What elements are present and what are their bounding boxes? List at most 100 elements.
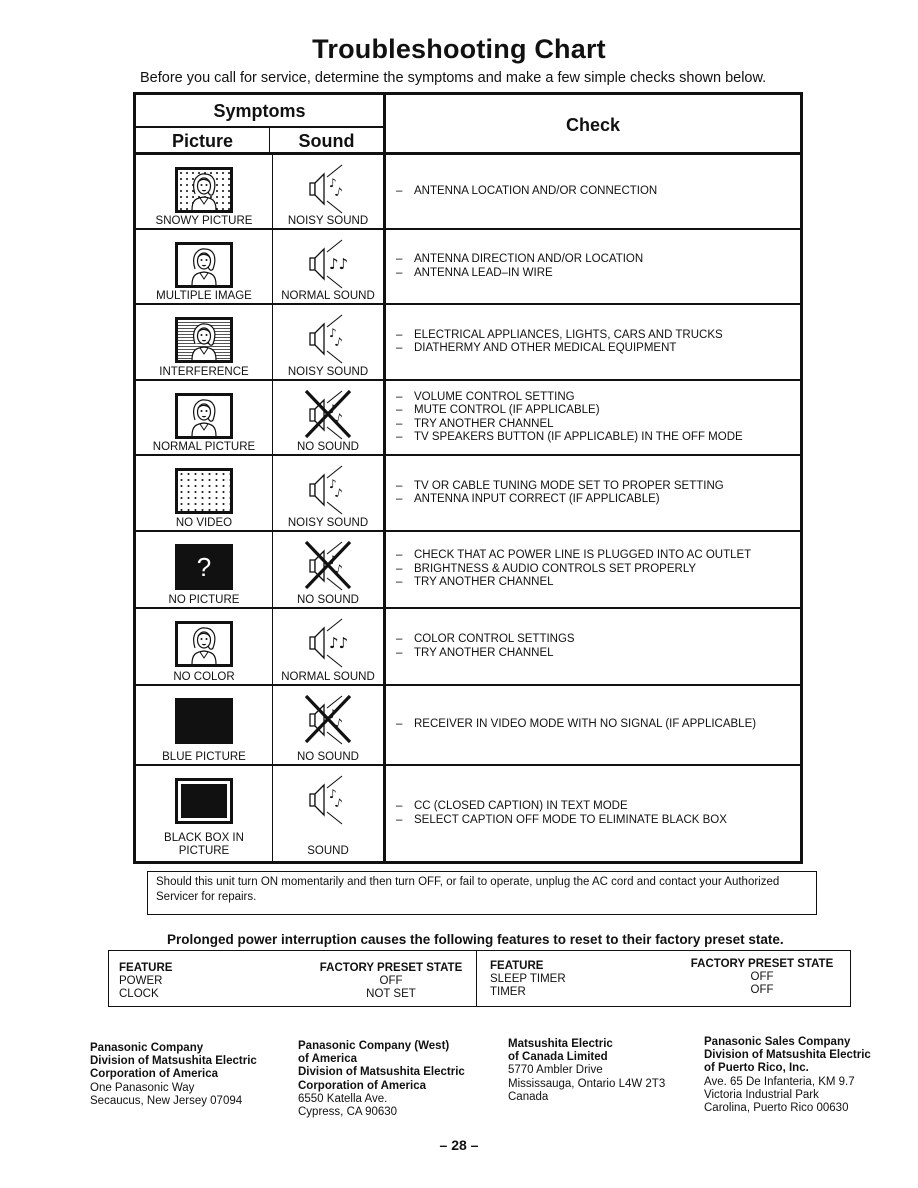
picture-cell: MULTIPLE IMAGE <box>136 230 273 303</box>
table-row: SNOWY PICTURE ♪♪NOISY SOUNDANTENNA LOCATI… <box>136 155 800 230</box>
sound-cell: ♪♪ NORMAL SOUND <box>273 230 386 303</box>
picture-symptom-label: NORMAL PICTURE <box>152 440 256 453</box>
table-row: ? NO PICTURE ♪♪NO SOUND CHECK THAT AC POWER… <box>136 532 800 609</box>
header-sound: Sound <box>270 128 386 155</box>
check-item: MUTE CONTROL (IF APPLICABLE) <box>396 404 800 418</box>
check-item: VOLUME CONTROL SETTING <box>396 391 800 405</box>
sound-symptom-label: NORMAL SOUND <box>281 289 375 302</box>
feature-header: FEATURE <box>119 962 173 974</box>
picture-symptom-label: NO COLOR <box>173 670 235 683</box>
address-line: Mississauga, Ontario L4W 2T3 <box>508 1077 666 1090</box>
picture-cell: INTERFERENCE <box>136 305 273 379</box>
svg-text:♪: ♪ <box>333 335 343 350</box>
sound-cell: ♪♪ NORMAL SOUND <box>273 609 386 684</box>
check-cell: ANTENNA DIRECTION AND/OR LOCATIONANTENNA… <box>386 230 800 303</box>
table-row: NORMAL PICTURE ♪♪NO SOUND VOLUME CONTROL S… <box>136 381 800 456</box>
check-cell: ANTENNA LOCATION AND/OR CONNECTION <box>386 155 800 228</box>
sound-cell: ♪ ♪ NOISY SOUND <box>273 155 386 228</box>
picture-cell: NO COLOR <box>136 609 273 684</box>
feature-name: CLOCK <box>119 988 159 1000</box>
feature-name: TIMER <box>490 986 526 998</box>
feature-state: NOT SET <box>366 988 416 1000</box>
sound-symptom-label: NOISY SOUND <box>287 214 369 227</box>
address-line: Secaucus, New Jersey 07094 <box>90 1094 243 1107</box>
company-address: Matsushita Electric of Canada Limited 5770… <box>508 1038 665 1104</box>
picture-symptom-label: BLACK BOX IN PICTURE <box>164 832 244 857</box>
picture-cell: NO VIDEO <box>136 456 273 530</box>
troubleshooting-table: Symptoms Picture Sound Check SNOWY PICTU… <box>133 92 803 864</box>
state-header: FACTORY PRESET STATE <box>319 962 463 974</box>
company-name-line: Panasonic Company (West) <box>298 1040 450 1052</box>
picture-symptom-label: BLUE PICTURE <box>162 750 246 763</box>
tv-double-face-icon <box>175 242 233 288</box>
company-address: Panasonic Sales Company Division of Matsu… <box>704 1036 871 1115</box>
tv-snowy-face-icon <box>175 167 233 213</box>
address-line: 5770 Ambler Drive <box>508 1064 603 1077</box>
tv-solid-screen-icon <box>175 698 233 744</box>
reset-title: Prolonged power interruption causes the … <box>167 932 784 947</box>
sound-symptom-label: NO SOUND <box>297 750 359 763</box>
feature-state: OFF <box>379 975 403 987</box>
page-title: Troubleshooting Chart <box>312 34 606 64</box>
sound-cell: ♪ ♪ NOISY SOUND <box>273 305 386 379</box>
check-cell: CC (CLOSED CAPTION) IN TEXT MODESELECT C… <box>386 766 800 861</box>
check-item: DIATHERMY AND OTHER MEDICAL EQUIPMENT <box>396 342 800 356</box>
check-cell: COLOR CONTROL SETTINGSTRY ANOTHER CHANNE… <box>386 609 800 684</box>
svg-text:♪: ♪ <box>333 486 343 501</box>
company-name-line: of America <box>298 1053 358 1066</box>
sound-cell: ♪♪NO SOUND <box>273 381 386 454</box>
feature-header: FEATURE <box>490 960 544 972</box>
svg-text:♪: ♪ <box>333 796 343 811</box>
service-note: Should this unit turn ON momentarily and… <box>147 871 817 915</box>
picture-cell: BLUE PICTURE <box>136 686 273 764</box>
tv-face-icon <box>175 621 233 667</box>
header-symptoms: Symptoms <box>136 95 386 128</box>
check-item: ELECTRICAL APPLIANCES, LIGHTS, CARS AND … <box>396 329 800 343</box>
check-item: SELECT CAPTION OFF MODE TO ELIMINATE BLA… <box>396 814 800 828</box>
reset-table-right: FEATURE SLEEP TIMER TIMER FACTORY PRESET… <box>477 951 850 1006</box>
feature-state: OFF <box>750 984 774 996</box>
company-address: Panasonic Company (West) of America Divisi… <box>298 1040 465 1119</box>
picture-symptom-label: SNOWY PICTURE <box>155 214 253 227</box>
sound-cell: ♪♪NO SOUND <box>273 532 386 607</box>
address-line: 6550 Katella Ave. <box>298 1092 388 1105</box>
company-name-line: of Canada Limited <box>508 1051 608 1064</box>
state-header: FACTORY PRESET STATE <box>690 958 834 970</box>
page-number: – 28 – <box>439 1137 479 1153</box>
svg-text:♪♪: ♪♪ <box>329 634 348 652</box>
check-item: CC (CLOSED CAPTION) IN TEXT MODE <box>396 800 800 814</box>
table-row: INTERFERENCE♪♪NOISY SOUND ELECTRICAL APPL… <box>136 305 800 381</box>
sound-cell: ♪ ♪ NOISY SOUND <box>273 456 386 530</box>
check-item: ANTENNA DIRECTION AND/OR LOCATION <box>396 253 800 267</box>
company-name-line: Panasonic Sales Company <box>704 1036 851 1048</box>
company-name-line: Matsushita Electric <box>508 1038 613 1050</box>
feature-state: OFF <box>750 971 774 983</box>
check-item: CHECK THAT AC POWER LINE IS PLUGGED INTO… <box>396 549 800 563</box>
reset-table: FEATURE POWER CLOCK FACTORY PRESET STATE… <box>108 950 851 1007</box>
address-line: Carolina, Puerto Rico 00630 <box>704 1102 849 1115</box>
company-address: Panasonic Company Division of Matsushita … <box>90 1042 257 1108</box>
table-row: BLUE PICTURE ♪♪NO SOUND RECEIVER IN VIDEO … <box>136 686 800 766</box>
header-picture: Picture <box>136 128 270 155</box>
company-name-line: Corporation of America <box>90 1068 219 1081</box>
check-item: RECEIVER IN VIDEO MODE WITH NO SIGNAL (I… <box>396 718 800 732</box>
feature-column: FEATURE SLEEP TIMER TIMER <box>490 960 566 999</box>
header-check: Check <box>565 115 621 135</box>
check-item: COLOR CONTROL SETTINGS <box>396 633 800 647</box>
check-cell: ELECTRICAL APPLIANCES, LIGHTS, CARS AND … <box>386 305 800 379</box>
feature-name: SLEEP TIMER <box>490 973 566 985</box>
check-item: TV SPEAKERS BUTTON (IF APPLICABLE) IN TH… <box>396 431 800 445</box>
sound-symptom-label: SOUND <box>307 844 349 857</box>
picture-symptom-label: MULTIPLE IMAGE <box>156 289 252 302</box>
sound-cell: ♪♪NO SOUND <box>273 686 386 764</box>
address-line: Canada <box>508 1090 549 1103</box>
company-name-line: Panasonic Company <box>90 1042 204 1054</box>
picture-symptom-label: NO PICTURE <box>168 593 240 606</box>
sound-symptom-label: NORMAL SOUND <box>281 670 375 683</box>
reset-table-left: FEATURE POWER CLOCK FACTORY PRESET STATE… <box>109 951 477 1006</box>
feature-name: POWER <box>119 975 163 987</box>
check-item: ANTENNA INPUT CORRECT (IF APPLICABLE) <box>396 493 800 507</box>
company-name-line: Division of Matsushita Electric <box>704 1049 871 1062</box>
address-line: Cypress, CA 90630 <box>298 1106 398 1119</box>
sound-cell: ♪ ♪ SOUND <box>273 766 386 861</box>
